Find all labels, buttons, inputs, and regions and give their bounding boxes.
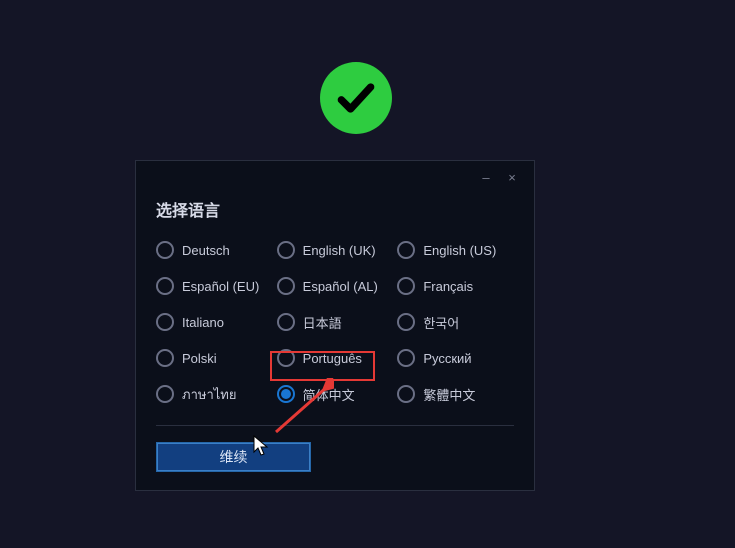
language-option[interactable]: 한국어: [397, 311, 518, 333]
language-option[interactable]: Português: [277, 347, 398, 369]
language-option[interactable]: 日本語: [277, 311, 398, 333]
radio-icon: [277, 241, 295, 259]
radio-icon: [156, 385, 174, 403]
language-option-label: Español (EU): [182, 279, 259, 294]
close-button[interactable]: ×: [506, 171, 518, 185]
radio-icon: [156, 241, 174, 259]
language-option[interactable]: Русский: [397, 347, 518, 369]
radio-icon: [277, 349, 295, 367]
language-option-label: 日本語: [303, 313, 342, 332]
divider: [156, 425, 514, 426]
language-option[interactable]: Français: [397, 275, 518, 297]
language-option-label: 简体中文: [303, 385, 355, 404]
success-checkmark-icon: [320, 62, 392, 134]
language-option-label: English (US): [423, 243, 496, 258]
language-option[interactable]: 繁體中文: [397, 383, 518, 405]
radio-icon: [397, 277, 415, 295]
radio-icon: [156, 313, 174, 331]
language-option[interactable]: Polski: [156, 347, 277, 369]
language-select-dialog: – × 选择语言 Deutsch English (UK) English (US)…: [135, 160, 535, 491]
language-option[interactable]: Italiano: [156, 311, 277, 333]
language-option[interactable]: Deutsch: [156, 239, 277, 261]
language-option-label: Español (AL): [303, 279, 378, 294]
continue-button[interactable]: 维续: [156, 442, 311, 472]
language-option[interactable]: ภาษาไทย: [156, 383, 277, 405]
minimize-button[interactable]: –: [480, 171, 492, 185]
radio-icon: [397, 349, 415, 367]
dialog-titlebar: – ×: [152, 171, 518, 189]
radio-icon: [277, 313, 295, 331]
radio-icon: [397, 385, 415, 403]
language-option[interactable]: Español (EU): [156, 275, 277, 297]
language-option-label: English (UK): [303, 243, 376, 258]
language-options-grid: Deutsch English (UK) English (US) Español (…: [152, 239, 518, 425]
language-option-label: Polski: [182, 351, 217, 366]
dialog-title: 选择语言: [152, 189, 518, 239]
radio-icon: [277, 385, 295, 403]
language-option-label: Português: [303, 351, 362, 366]
language-option-label: 繁體中文: [423, 385, 475, 404]
language-option-label: Deutsch: [182, 243, 230, 258]
radio-icon: [156, 277, 174, 295]
language-option-label: ภาษาไทย: [182, 384, 236, 405]
radio-icon: [397, 241, 415, 259]
radio-icon: [397, 313, 415, 331]
language-option[interactable]: 简体中文: [277, 383, 398, 405]
radio-icon: [156, 349, 174, 367]
language-option-label: 한국어: [423, 313, 459, 332]
language-option[interactable]: English (UK): [277, 239, 398, 261]
language-option[interactable]: Español (AL): [277, 275, 398, 297]
language-option-label: Русский: [423, 351, 471, 366]
language-option[interactable]: English (US): [397, 239, 518, 261]
language-option-label: Italiano: [182, 315, 224, 330]
radio-icon: [277, 277, 295, 295]
language-option-label: Français: [423, 279, 473, 294]
